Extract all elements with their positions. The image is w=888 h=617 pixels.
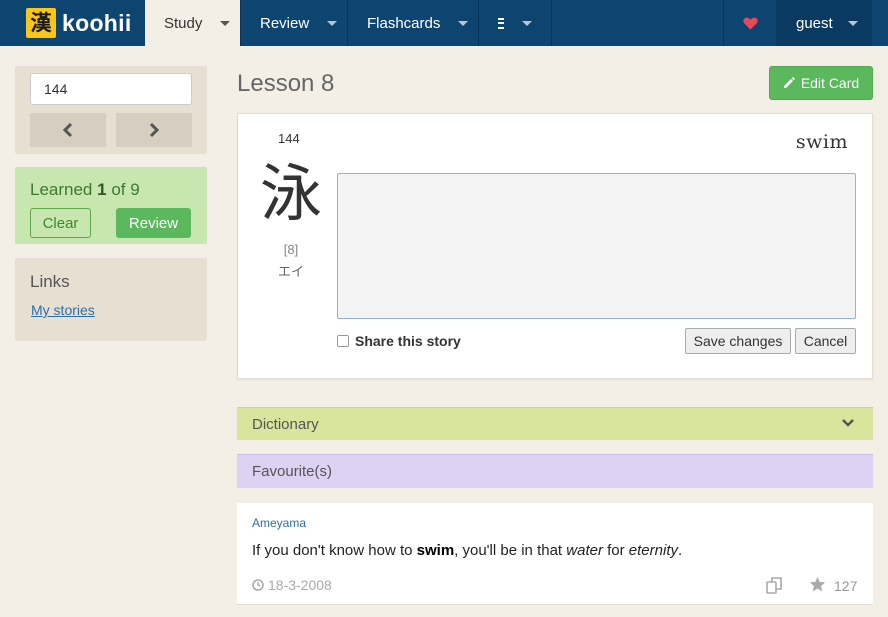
my-stories-link[interactable]: My stories [31,302,95,318]
stroke-count: [8] [283,242,299,257]
nav-more-menu[interactable] [479,0,552,46]
nav-review-label: Review [260,14,310,32]
pencil-icon [783,77,795,88]
dictionary-label: Dictionary [252,415,319,433]
edit-card-button[interactable]: Edit Card [769,66,873,100]
heart-icon [742,17,758,30]
site-logo[interactable]: 漢 koohii [0,0,145,46]
shared-story: Ameyama If you don't know how to swim, y… [237,503,873,605]
learned-count: 1 [97,180,107,199]
nav-user-menu[interactable]: guest [776,0,872,46]
favourites-header: Favourite(s) [237,454,873,488]
copy-story-icon[interactable] [766,577,784,594]
learned-status: Learned 1 of 9 [30,180,140,199]
next-frame-button[interactable] [116,113,192,147]
chevron-left-icon [62,122,73,138]
logo-text: koohii [62,9,132,36]
star-count: 127 [834,578,858,594]
hamburger-icon [498,17,504,29]
caret-down-icon [220,20,231,26]
learned-total: 9 [130,180,140,199]
nav-study-label: Study [164,14,203,32]
nav-flashcards[interactable]: Flashcards [348,0,479,46]
kanji-character: 泳 [259,157,322,230]
frame-number-input[interactable] [30,73,192,105]
learned-panel: Learned 1 of 9 Clear Review [15,167,207,244]
kanji-card: 144 swim 泳 [8] エイ Share this story Save … [237,113,873,379]
logo-kanji-badge: 漢 [26,8,56,38]
cancel-button[interactable]: Cancel [795,328,856,354]
story-author-link[interactable]: Ameyama [252,516,306,530]
frame-number: 144 [278,131,300,146]
chevron-down-icon [842,419,854,427]
edit-card-label: Edit Card [800,75,860,91]
keyword: swim [795,131,848,153]
dictionary-toggle[interactable]: Dictionary [237,407,873,440]
chevron-right-icon [149,122,160,138]
clock-icon [252,579,264,591]
caret-down-icon [458,20,469,26]
clear-learned-button[interactable]: Clear [30,208,91,238]
caret-down-icon [522,20,532,26]
share-story-label[interactable]: Share this story [355,333,461,349]
story-textarea[interactable] [337,173,856,319]
previous-frame-button[interactable] [30,113,106,147]
save-changes-button[interactable]: Save changes [685,328,791,354]
share-story-checkbox[interactable] [337,335,349,347]
user-name: guest [796,14,833,32]
onyomi-reading: エイ [277,265,304,280]
story-date: 18-3-2008 [252,577,332,593]
story-text: If you don't know how to swim, you'll be… [252,542,683,559]
star-icon[interactable] [809,576,826,592]
nav-review[interactable]: Review [241,0,348,46]
page-title: Lesson 8 [237,70,335,97]
nav-donate[interactable] [723,0,776,46]
links-panel: Links My stories [15,258,207,341]
caret-down-icon [327,20,338,26]
favourites-label: Favourite(s) [252,463,333,480]
links-title: Links [30,272,70,291]
nav-study[interactable]: Study [145,0,241,46]
frame-search-panel [15,66,207,154]
nav-flashcards-label: Flashcards [367,14,441,32]
review-learned-button[interactable]: Review [116,208,191,238]
caret-down-icon [847,20,858,26]
